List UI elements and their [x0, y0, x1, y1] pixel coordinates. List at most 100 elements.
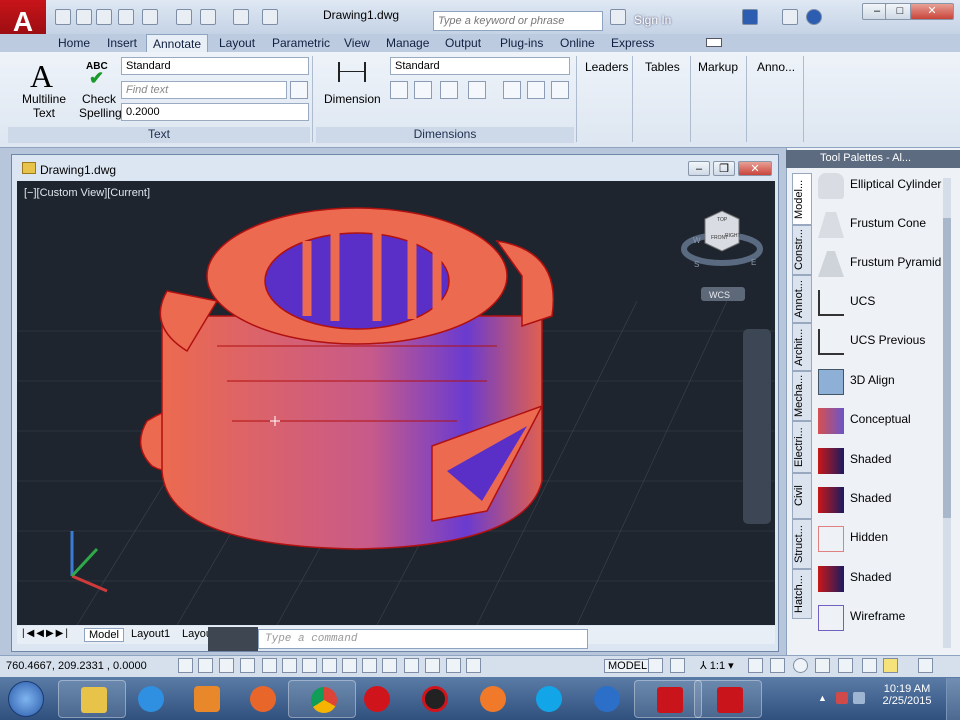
find-replace-icon[interactable]: [290, 81, 308, 99]
palette-tab-constraints[interactable]: Constr...: [792, 225, 812, 275]
taskbar-autocad[interactable]: [634, 680, 702, 718]
check-spelling-sublabel[interactable]: Spelling: [79, 106, 122, 120]
palette-tab-architectural[interactable]: Archit...: [792, 323, 812, 371]
palette-tab-electrical[interactable]: Electri...: [792, 421, 812, 473]
save-icon[interactable]: [96, 9, 112, 25]
dim-adjust-icon[interactable]: [468, 81, 486, 99]
quick-view-drawings-icon[interactable]: [670, 658, 685, 673]
dyn-icon[interactable]: [362, 658, 377, 673]
palette-item-wireframe[interactable]: Wireframe: [818, 601, 942, 635]
palette-item-shaded[interactable]: Shaded: [818, 444, 942, 478]
wcs-label[interactable]: WCS: [709, 290, 730, 300]
new-icon[interactable]: [55, 9, 71, 25]
annotation-monitor-icon[interactable]: [466, 658, 481, 673]
check-spelling-label[interactable]: Check: [82, 92, 116, 106]
save-as-icon[interactable]: [118, 9, 134, 25]
sign-in-button[interactable]: Sign In: [634, 13, 671, 27]
command-input[interactable]: Type a command: [258, 629, 588, 649]
command-line-tools[interactable]: [208, 627, 258, 651]
coordinate-readout[interactable]: 760.4667, 209.2331 , 0.0000: [6, 660, 147, 672]
viewport-controls-label[interactable]: [−][Custom View][Current]: [24, 187, 150, 199]
dimension-style-select[interactable]: Standard: [390, 57, 570, 75]
model-space-button[interactable]: MODEL: [604, 659, 652, 673]
palette-item-ucs-previous[interactable]: UCS Previous: [818, 325, 942, 359]
workspace-switching-icon[interactable]: [793, 658, 808, 673]
palette-item-conceptual[interactable]: Conceptual: [818, 404, 942, 438]
text-panel-title[interactable]: Text: [8, 127, 310, 143]
search-icon[interactable]: [610, 9, 626, 25]
markup-panel[interactable]: Markup: [698, 60, 738, 74]
lightbulb-icon[interactable]: [883, 658, 898, 673]
tab-layout[interactable]: Layout: [219, 34, 257, 52]
ortho-icon[interactable]: [240, 658, 255, 673]
polar-icon[interactable]: [262, 658, 277, 673]
tables-panel[interactable]: Tables: [645, 60, 680, 74]
drawing-minimize-button[interactable]: –: [688, 161, 710, 176]
search-input[interactable]: Type a keyword or phrase: [433, 11, 603, 31]
annotation-scaling-panel[interactable]: Anno...: [757, 60, 795, 74]
tab-home[interactable]: Home: [58, 34, 94, 52]
annotation-scale[interactable]: ⅄ 1:1 ▾: [700, 659, 734, 672]
layout-tab-model[interactable]: Model: [84, 628, 124, 642]
tab-express-tools[interactable]: Express Tools: [611, 34, 683, 64]
dim-inspect-icon[interactable]: [503, 81, 521, 99]
tab-parametric[interactable]: Parametric: [272, 34, 330, 52]
tab-insert[interactable]: Insert: [107, 34, 141, 52]
dim-update-icon[interactable]: [527, 81, 545, 99]
palette-scrollbar[interactable]: [943, 178, 951, 648]
volume-icon[interactable]: [853, 692, 865, 704]
multiline-text-label[interactable]: Multiline: [22, 92, 66, 106]
plot-icon[interactable]: [176, 9, 192, 25]
auto-scale-icon[interactable]: [770, 658, 785, 673]
tab-annotate[interactable]: Annotate: [146, 34, 208, 52]
find-text-input[interactable]: Find text: [121, 81, 287, 99]
star-icon[interactable]: [782, 9, 798, 25]
palette-tab-model[interactable]: Model...: [792, 173, 812, 225]
dim-jog-icon[interactable]: [551, 81, 569, 99]
palette-tab-civil[interactable]: Civil: [792, 473, 812, 519]
quick-properties-icon[interactable]: [425, 658, 440, 673]
annotation-visibility-icon[interactable]: [748, 658, 763, 673]
palette-item-3d-align[interactable]: 3D Align: [818, 365, 942, 399]
drawing-restore-button[interactable]: ❐: [713, 161, 735, 176]
network-icon[interactable]: [836, 692, 848, 704]
osnap-icon[interactable]: [282, 658, 297, 673]
workspace-dropdown-icon[interactable]: [262, 9, 278, 25]
quick-view-layouts-icon[interactable]: [648, 658, 663, 673]
otrack-icon[interactable]: [322, 658, 337, 673]
help-icon[interactable]: [806, 9, 822, 25]
tab-manage[interactable]: Manage: [386, 34, 430, 52]
start-button[interactable]: [8, 681, 44, 717]
multiline-text-sublabel[interactable]: Text: [33, 106, 55, 120]
undo-icon[interactable]: [200, 9, 216, 25]
taskbar-messenger[interactable]: [572, 680, 640, 718]
3d-osnap-icon[interactable]: [302, 658, 317, 673]
dimension-icon[interactable]: [338, 62, 366, 82]
palette-item-hidden[interactable]: Hidden: [818, 522, 942, 556]
drawing-close-button[interactable]: ✕: [738, 161, 772, 176]
ducs-icon[interactable]: [342, 658, 357, 673]
lock-icon[interactable]: [815, 658, 830, 673]
palette-item-shaded-2[interactable]: Shaded: [818, 562, 942, 596]
palette-tab-structural[interactable]: Struct...: [792, 519, 812, 569]
close-button[interactable]: ✕: [910, 3, 954, 20]
text-style-select[interactable]: Standard: [121, 57, 309, 75]
palette-item-elliptical-cylinder[interactable]: Elliptical Cylinder: [818, 169, 942, 203]
open-icon[interactable]: [76, 9, 92, 25]
palette-tab-annotation[interactable]: Annot...: [792, 275, 812, 323]
ribbon-toggle-icon[interactable]: [706, 38, 722, 47]
publish-icon[interactable]: [142, 9, 158, 25]
palette-item-frustum-pyramid[interactable]: Frustum Pyramid: [818, 247, 942, 281]
layout-tab-layout1[interactable]: Layout1: [127, 628, 174, 640]
snap-icon[interactable]: [198, 658, 213, 673]
leaders-panel[interactable]: Leaders: [585, 60, 628, 74]
redo-icon[interactable]: [233, 9, 249, 25]
layout-nav-arrows[interactable]: |◀◀▶▶|: [22, 628, 70, 639]
navigation-bar[interactable]: [743, 329, 771, 524]
palette-item-frustum-cone[interactable]: Frustum Cone: [818, 208, 942, 242]
drawing-viewport[interactable]: W S E FRONT RIGHT TOP WCS: [17, 181, 775, 625]
taskbar-autocad-2[interactable]: [694, 680, 762, 718]
exchange-icon[interactable]: [742, 9, 758, 25]
check-spelling-icon[interactable]: ✔: [89, 68, 104, 89]
dimensions-panel-title[interactable]: Dimensions: [316, 127, 574, 143]
